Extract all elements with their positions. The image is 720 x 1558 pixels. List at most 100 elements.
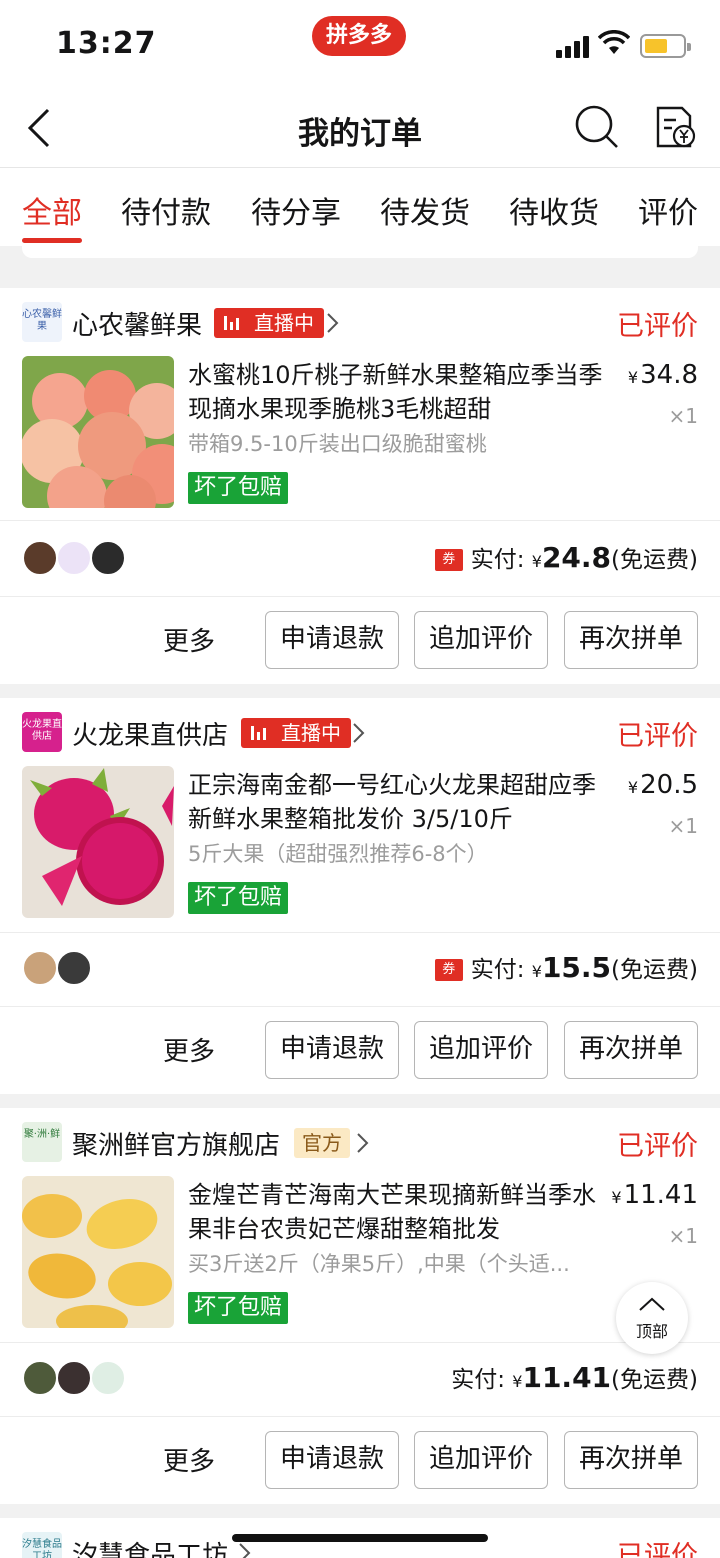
refund-button[interactable]: 申请退款 <box>265 611 399 669</box>
rebuy-button[interactable]: 再次拼单 <box>564 1021 698 1079</box>
product-quantity: ×1 <box>668 814 698 838</box>
avatar <box>90 1360 126 1396</box>
avatar <box>22 540 58 576</box>
product-image-mango[interactable] <box>22 1176 174 1328</box>
tab-to-share[interactable]: 待分享 <box>251 188 341 232</box>
order-card: 火龙果直供店 火龙果直供店 直播中 已评价 正宗海南金都一号红心火龙果超甜应季新… <box>0 698 720 1094</box>
official-tag[interactable]: 官方 <box>294 1128 350 1158</box>
bill-icon[interactable] <box>654 104 696 150</box>
home-indicator <box>232 1534 488 1542</box>
product-price: ¥11.41 <box>611 1180 698 1210</box>
previous-order-card <box>22 246 698 258</box>
shop-name[interactable]: 汐慧食品工坊 <box>72 1535 228 1558</box>
live-tag[interactable]: 直播中 <box>214 308 324 338</box>
chevron-right-icon[interactable] <box>352 722 366 744</box>
avatar <box>22 1360 58 1396</box>
live-icon <box>224 316 244 330</box>
more-button[interactable]: 更多 <box>163 1031 215 1068</box>
order-status: 已评价 <box>617 1131 698 1162</box>
signal-icon <box>556 34 592 58</box>
rebuy-button[interactable]: 再次拼单 <box>564 611 698 669</box>
app-badge: 拼多多 <box>312 16 407 56</box>
product-image-peach[interactable] <box>22 356 174 508</box>
back-to-top-button[interactable]: 顶部 <box>616 1282 688 1354</box>
product-image-dragonfruit[interactable] <box>22 766 174 918</box>
shop-name[interactable]: 火龙果直供店 <box>72 715 228 752</box>
avatar <box>90 540 126 576</box>
search-icon[interactable] <box>574 104 620 150</box>
order-card: 聚·洲·鲜 聚洲鲜官方旗舰店 官方 已评价 金煌芒青芒海南大芒果现摘新鲜当季水果… <box>0 1108 720 1504</box>
status-time: 13:27 <box>56 26 157 61</box>
product-spec: 带箱9.5-10斤装出口级脆甜蜜桃 <box>188 432 487 456</box>
shop-logo: 火龙果直供店 <box>22 712 62 752</box>
shop-logo: 聚·洲·鲜 <box>22 1122 62 1162</box>
add-review-button[interactable]: 追加评价 <box>414 611 548 669</box>
back-to-top-label: 顶部 <box>635 1322 668 1341</box>
order-card: 心农馨鲜果 心农馨鲜果 直播中 已评价 水蜜桃10斤桃子新鲜水果整箱应季当季现摘… <box>0 288 720 684</box>
divider <box>0 596 720 597</box>
paid-amount: 24.8 <box>541 541 612 574</box>
shop-logo: 汐慧食品工坊 <box>22 1532 62 1558</box>
product-quantity: ×1 <box>668 1224 698 1248</box>
status-bar: 13:27 拼多多 <box>0 0 720 88</box>
guarantee-tag: 坏了包赔 <box>188 1292 289 1324</box>
guarantee-tag: 坏了包赔 <box>188 472 289 504</box>
tab-to-receive[interactable]: 待收货 <box>509 188 599 232</box>
tab-to-pay[interactable]: 待付款 <box>121 188 211 232</box>
refund-button[interactable]: 申请退款 <box>265 1021 399 1079</box>
coupon-icon: 券 <box>434 959 463 981</box>
avatar <box>56 540 92 576</box>
divider <box>0 1416 720 1417</box>
shop-row[interactable]: 聚·洲·鲜 聚洲鲜官方旗舰店 官方 已评价 <box>0 1108 720 1172</box>
paid-summary: 券实付: ¥24.8(免运费) <box>434 540 698 580</box>
wifi-icon <box>598 30 630 54</box>
order-status: 已评价 <box>617 311 698 342</box>
paid-amount: 15.5 <box>541 951 612 984</box>
product-spec: 买3斤送2斤（净果5斤）,中果（个头适... <box>188 1252 570 1276</box>
divider <box>0 1342 720 1343</box>
paid-summary: 券实付: ¥15.5(免运费) <box>434 950 698 990</box>
avatar <box>22 950 58 986</box>
shop-name[interactable]: 心农馨鲜果 <box>72 305 202 342</box>
divider <box>0 932 720 933</box>
live-tag[interactable]: 直播中 <box>241 718 351 748</box>
shop-logo: 心农馨鲜果 <box>22 302 62 342</box>
product-title[interactable]: 金煌芒青芒海南大芒果现摘新鲜当季水果非台农贵妃芒爆甜整箱批发 <box>188 1178 608 1246</box>
avatar <box>56 950 92 986</box>
nav-bar: 我的订单 <box>0 88 720 168</box>
guarantee-tag: 坏了包赔 <box>188 882 289 914</box>
chevron-right-icon[interactable] <box>356 1132 370 1154</box>
avatar <box>56 1360 92 1396</box>
divider <box>0 520 720 521</box>
tab-review[interactable]: 评价 <box>638 188 698 232</box>
chevron-up-icon <box>639 1297 665 1311</box>
divider <box>0 1006 720 1007</box>
order-actions: 更多 申请退款 追加评价 再次拼单 <box>0 611 720 669</box>
order-status: 已评价 <box>617 1541 698 1558</box>
product-title[interactable]: 正宗海南金都一号红心火龙果超甜应季新鲜水果整箱批发价 3/5/10斤 <box>188 768 608 836</box>
order-actions: 更多 申请退款 追加评价 再次拼单 <box>0 1021 720 1079</box>
product-price: ¥34.8 <box>627 360 698 390</box>
paid-amount: 11.41 <box>522 1361 612 1394</box>
tab-all[interactable]: 全部 <box>22 188 82 232</box>
chevron-right-icon[interactable] <box>326 312 340 334</box>
add-review-button[interactable]: 追加评价 <box>414 1021 548 1079</box>
product-price: ¥20.5 <box>627 770 698 800</box>
order-tabs: 全部 待付款 待分享 待发货 待收货 评价 <box>0 168 720 246</box>
tab-to-ship[interactable]: 待发货 <box>380 188 470 232</box>
chevron-right-icon[interactable] <box>238 1542 252 1558</box>
refund-button[interactable]: 申请退款 <box>265 1431 399 1489</box>
more-button[interactable]: 更多 <box>163 1441 215 1478</box>
more-button[interactable]: 更多 <box>163 621 215 658</box>
product-title[interactable]: 水蜜桃10斤桃子新鲜水果整箱应季当季现摘水果现季脆桃3毛桃超甜 <box>188 358 608 426</box>
shop-row[interactable]: 火龙果直供店 火龙果直供店 直播中 已评价 <box>0 698 720 762</box>
add-review-button[interactable]: 追加评价 <box>414 1431 548 1489</box>
battery-icon <box>640 34 691 58</box>
coupon-icon: 券 <box>434 549 463 571</box>
active-tab-indicator <box>22 238 82 243</box>
shop-row[interactable]: 心农馨鲜果 心农馨鲜果 直播中 已评价 <box>0 288 720 352</box>
order-status: 已评价 <box>617 721 698 752</box>
shop-name[interactable]: 聚洲鲜官方旗舰店 <box>72 1125 280 1162</box>
rebuy-button[interactable]: 再次拼单 <box>564 1431 698 1489</box>
order-actions: 更多 申请退款 追加评价 再次拼单 <box>0 1431 720 1489</box>
